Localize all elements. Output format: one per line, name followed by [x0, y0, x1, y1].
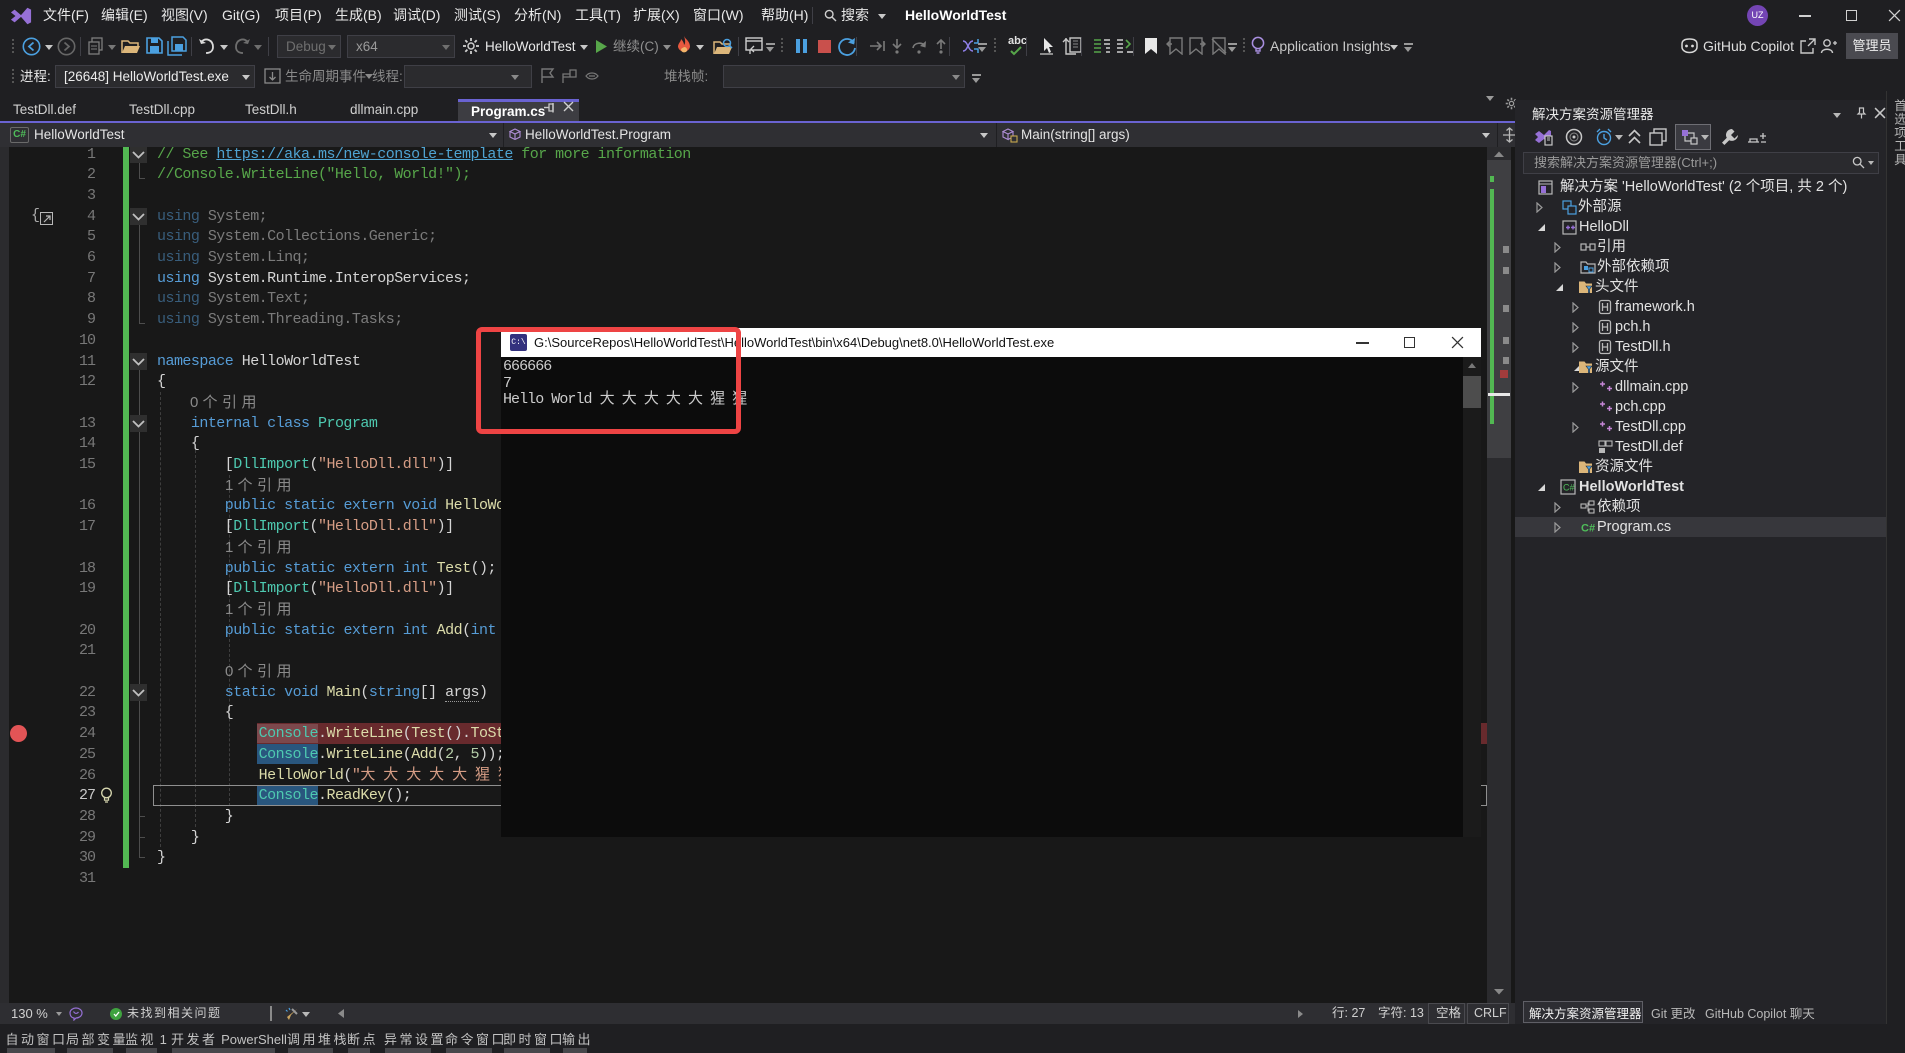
svg-text:C#: C# — [1581, 523, 1595, 535]
svg-text:C#: C# — [1563, 483, 1575, 493]
